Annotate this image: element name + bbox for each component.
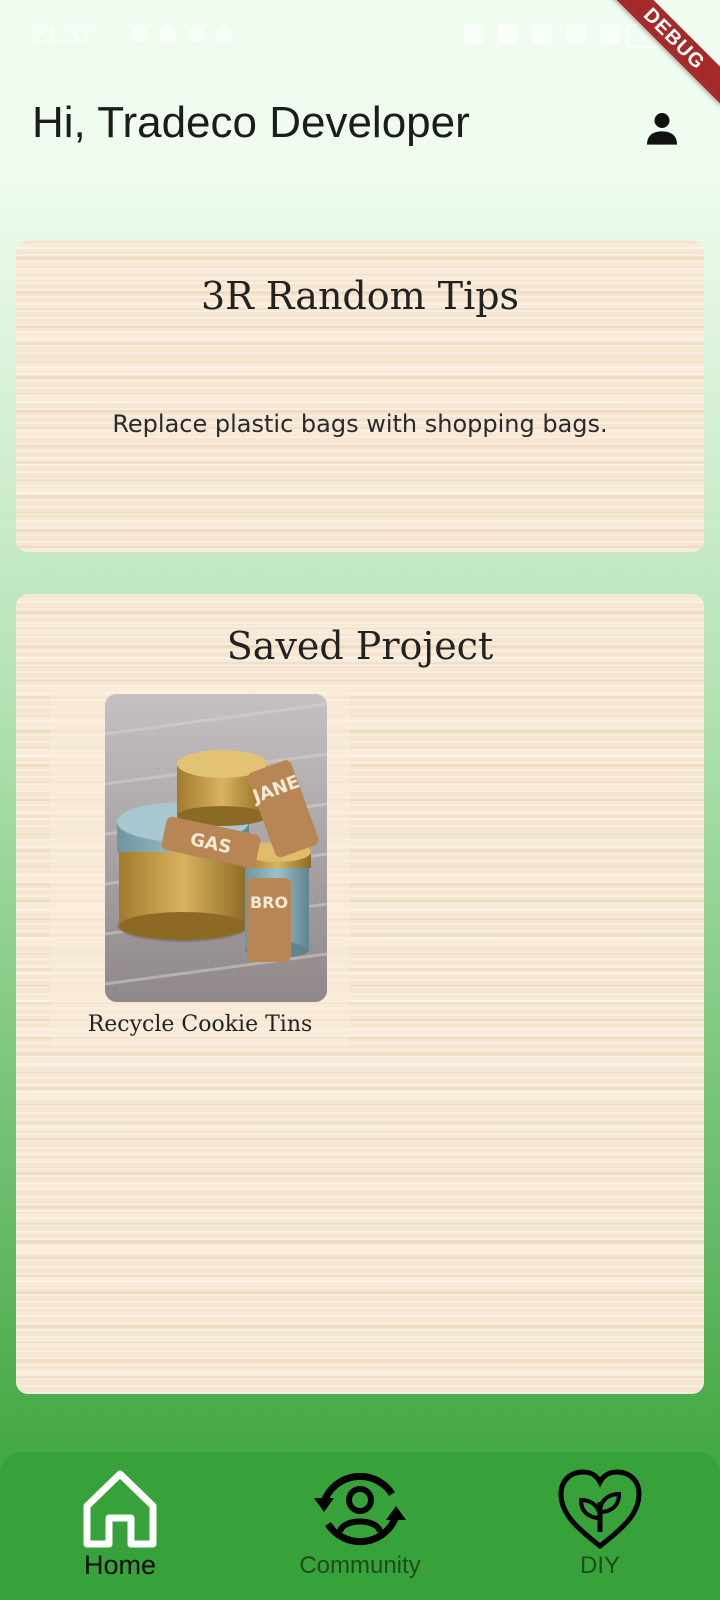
notification-icon <box>188 26 204 42</box>
status-notification-icons <box>132 26 232 42</box>
app-header: Hi, Tradeco Developer <box>32 98 688 158</box>
bottom-navigation: Home Community DIY <box>0 1452 720 1600</box>
nav-label-community: Community <box>299 1552 421 1579</box>
tip-text: Replace plastic bags with shopping bags. <box>112 410 608 438</box>
project-caption: Recycle Cookie Tins <box>87 1012 313 1037</box>
tips-card-title: 3R Random Tips <box>200 274 520 318</box>
tag-label: BRO <box>250 893 288 912</box>
vibrate-icon <box>464 24 484 44</box>
saved-project-title: Saved Project <box>226 624 494 668</box>
notification-icon <box>132 26 148 42</box>
cookie-tins-illustration: JANE GAS BRO <box>105 694 327 1002</box>
alarm-icon <box>498 24 518 44</box>
cellular-icon <box>600 24 620 44</box>
status-time: 21:37 <box>32 22 93 49</box>
nav-item-home[interactable]: Home <box>0 1452 240 1600</box>
home-icon <box>83 1470 157 1548</box>
diy-heart-icon <box>558 1469 642 1550</box>
wifi-icon <box>566 24 586 44</box>
nav-label-home: Home <box>83 1550 157 1580</box>
project-tile[interactable]: JANE GAS BRO Recycle Cookie Tins <box>50 686 350 1046</box>
notification-icon <box>216 26 232 42</box>
status-bar: 21:37 55 <box>0 0 720 70</box>
nav-item-community[interactable]: Community <box>240 1452 480 1600</box>
saved-project-card: Saved Project JANE GAS BRO Recycle Cooki… <box>16 594 704 1394</box>
nav-item-diy[interactable]: DIY <box>480 1452 720 1600</box>
nav-label-diy: DIY <box>579 1552 620 1579</box>
community-icon <box>314 1472 406 1546</box>
profile-button[interactable] <box>642 108 682 148</box>
tips-card: 3R Random Tips Replace plastic bags with… <box>16 240 704 552</box>
greeting-title: Hi, Tradeco Developer <box>32 98 470 147</box>
status-system-icons <box>464 24 620 44</box>
person-icon <box>647 113 677 145</box>
notification-icon <box>160 26 176 42</box>
signal-icon <box>532 24 552 44</box>
project-image: JANE GAS BRO <box>105 694 327 1002</box>
